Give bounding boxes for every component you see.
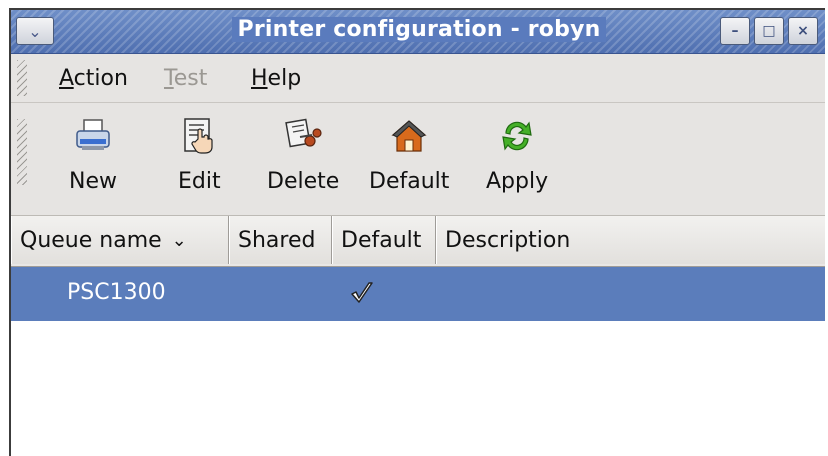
menu-help[interactable]: Help [251,66,301,91]
menubar-grip-handle[interactable] [17,60,27,96]
window-title: Printer configuration - robyn [231,17,607,42]
edit-label: Edit [178,169,221,194]
printer-icon [76,119,110,150]
title-bar[interactable]: ⌄ Printer configuration - robyn – □ × [11,10,825,54]
new-label: New [69,169,117,194]
table-row[interactable]: PSC1300 [11,267,825,321]
menu-bar: Action Test Help [11,54,825,103]
menu-help-label: elp [267,66,302,91]
menu-test[interactable]: Test [164,66,207,91]
column-header-default[interactable]: Default [332,216,436,264]
column-header-shared[interactable]: Shared [229,216,332,264]
toolbar-grip-handle[interactable] [17,119,27,185]
toolbar: New Edit Delete Default Apply [11,103,825,216]
column-description-label: Description [445,227,571,253]
sort-chevron-icon: ⌄ [171,229,187,251]
minimize-icon: – [731,23,739,39]
column-header-queue-name[interactable]: Queue name ⌄ [11,216,229,264]
edit-button[interactable]: Edit [178,117,221,194]
minimize-button[interactable]: – [720,17,750,45]
window-title-container: Printer configuration - robyn [11,17,825,42]
checkmark-icon [351,282,373,303]
close-button[interactable]: × [788,17,818,45]
queue-name-cell: PSC1300 [67,280,166,305]
apply-button[interactable]: Apply [486,117,548,194]
column-header-description[interactable]: Description [436,216,825,264]
close-icon: × [797,23,809,39]
default-button[interactable]: Default [369,117,449,194]
maximize-button[interactable]: □ [754,17,784,45]
table-header: Queue name ⌄ Shared Default Description [11,216,825,267]
menu-test-label: est [173,66,208,91]
delete-label: Delete [267,169,340,194]
default-label: Default [369,169,450,194]
column-queue-name-label: Queue name [20,227,162,253]
column-shared-label: Shared [238,227,316,253]
scissors-icon [285,118,322,148]
menu-help-accel: H [251,66,268,91]
menu-action-accel: A [59,66,74,91]
new-button[interactable]: New [69,117,117,194]
menu-action[interactable]: Action [59,66,128,91]
printer-config-window: ⌄ Printer configuration - robyn – □ × Ac… [9,8,825,456]
home-icon [391,120,427,152]
refresh-icon [502,121,532,151]
edit-document-icon [184,118,213,154]
menu-action-label: ction [73,66,128,91]
delete-button[interactable]: Delete [267,117,339,194]
maximize-icon: □ [762,23,776,39]
column-default-label: Default [341,227,422,253]
printer-queue-table: Queue name ⌄ Shared Default Description … [11,216,825,456]
menu-test-accel: T [164,66,174,91]
apply-label: Apply [486,169,549,194]
